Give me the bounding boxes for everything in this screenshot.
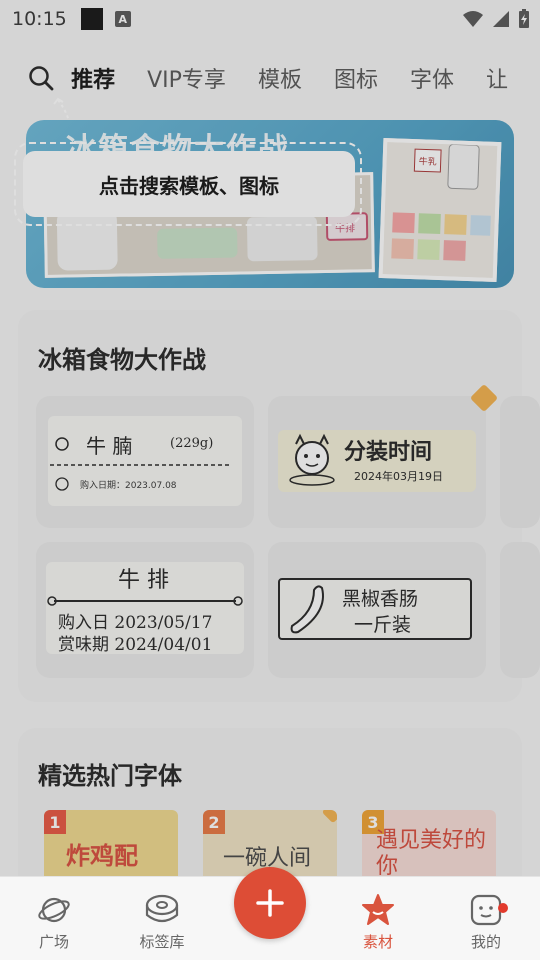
nav-mine[interactable]: 我的 (446, 893, 526, 952)
font-sample: 炸鸡配 (66, 842, 138, 870)
label-preview: 黑椒香肠 一斤装 (278, 578, 472, 640)
tab-templates[interactable]: 模板 (258, 62, 302, 94)
card2-date: 2024年03月19日 (354, 470, 443, 483)
font-sample: 遇见美好的你 (376, 828, 487, 879)
scroll-divider (47, 596, 243, 606)
search-button[interactable] (26, 63, 55, 93)
storage-illustration: 牛乳 (382, 142, 498, 278)
section-title: 精选热门字体 (38, 762, 182, 790)
template-card-steak[interactable]: 牛 排 购入日 2023/05/17 赏味期 2024/04/01 (36, 542, 254, 678)
notification-icon (80, 8, 103, 30)
label-preview: 牛 腩 (229g) 购入日期：2023.07.08 (48, 416, 242, 506)
section-title: 冰箱食物大作战 (38, 346, 206, 374)
rank-badge: 1 (44, 810, 66, 834)
nav-label: 广场 (38, 933, 69, 951)
template-card-partial[interactable] (500, 396, 540, 528)
vip-badge-icon (469, 383, 499, 413)
status-icons (462, 9, 530, 29)
dragon-icon (289, 433, 335, 486)
card4-title: 牛 排 (118, 568, 169, 593)
status-time: 10:15 (12, 8, 67, 30)
tab-fonts[interactable]: 字体 (410, 62, 454, 94)
template-card-sausage[interactable]: 黑椒香肠 一斤装 (268, 542, 486, 678)
search-icon (28, 66, 53, 91)
battery-icon (519, 9, 529, 28)
template-card-partial[interactable] (500, 542, 540, 678)
status-bar: 10:15 A (0, 0, 540, 38)
wifi-icon (463, 11, 483, 27)
label-preview: 分装时间 2024年03月19日 (278, 430, 476, 492)
sausage-icon (290, 585, 324, 634)
storage-photo: 牛乳 (378, 137, 502, 283)
card2-title: 分装时间 (344, 439, 433, 465)
app-notification-icon: A (114, 11, 131, 27)
tab-icons[interactable]: 图标 (334, 62, 378, 94)
plus-icon (256, 889, 284, 917)
tab-more[interactable]: 让 (486, 62, 508, 94)
nav-label: 标签库 (139, 933, 185, 951)
card5-line1: 黑椒香肠 (342, 588, 419, 610)
tape-icon (145, 894, 179, 923)
card1-weight: (229g) (170, 436, 214, 451)
card4-best-before: 赏味期 2024/04/01 (58, 635, 213, 655)
category-tabs: 推荐 VIP专享 模板 图标 字体 让 (0, 55, 540, 101)
card1-date: 购入日期：2023.07.08 (80, 481, 177, 491)
rank-badge: 2 (203, 810, 225, 834)
create-button[interactable] (234, 867, 306, 939)
vip-badge-icon (321, 810, 337, 824)
signal-icon (493, 11, 509, 27)
template-card-beef-brisket[interactable]: 牛 腩 (229g) 购入日期：2023.07.08 (36, 396, 254, 528)
card1-title: 牛 腩 (86, 434, 133, 458)
card5-line2: 一斤装 (354, 614, 412, 636)
nav-plaza[interactable]: 广场 (14, 893, 94, 952)
tab-vip[interactable]: VIP专享 (147, 62, 226, 94)
planet-icon (38, 897, 70, 923)
label-art (50, 437, 232, 491)
tab-recommend[interactable]: 推荐 (71, 62, 115, 94)
nav-label: 素材 (362, 933, 393, 951)
banner-tag-right: 牛乳 (418, 155, 436, 168)
star-icon (362, 894, 394, 925)
notification-dot (498, 903, 508, 913)
fridge-section: 冰箱食物大作战 牛 腩 (229g) 购入日期：2023.07.08 分装时间 (18, 310, 540, 702)
template-card-split-time[interactable]: 分装时间 2024年03月19日 (268, 383, 499, 528)
nav-label-library[interactable]: 标签库 (122, 893, 202, 952)
nav-materials[interactable]: 素材 (338, 893, 418, 952)
search-hint-bubble[interactable]: 点击搜索模板、图标 (23, 151, 355, 217)
label-preview: 牛 排 购入日 2023/05/17 赏味期 2024/04/01 (46, 562, 244, 655)
nav-label: 我的 (470, 933, 501, 951)
